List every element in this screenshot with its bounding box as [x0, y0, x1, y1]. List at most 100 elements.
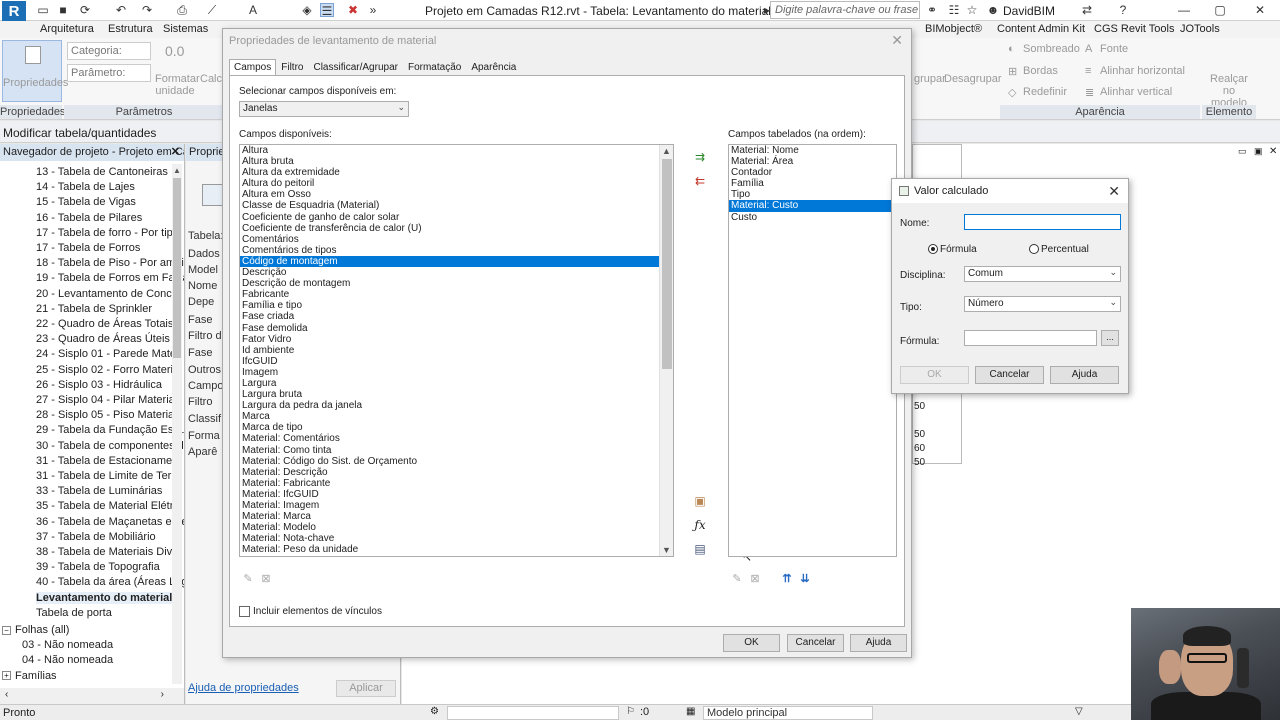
tab-campos[interactable]: Campos [229, 59, 277, 75]
move-up-icon[interactable]: ⇈ [780, 572, 794, 586]
tab-jotools[interactable]: JOTools [1180, 23, 1220, 35]
browser-item[interactable]: Tabela de porta [36, 607, 112, 619]
available-field-item[interactable]: Marca de tipo [240, 422, 659, 433]
scheduled-field-item[interactable]: Material: Nome [729, 145, 896, 156]
available-field-item[interactable]: Material: Descrição [240, 467, 659, 478]
available-field-item[interactable]: Altura [240, 145, 659, 156]
available-field-item[interactable]: Fase demolida [240, 323, 659, 334]
design-options-icon[interactable]: ▦ [686, 706, 695, 717]
maximize-icon[interactable]: ▢ [1210, 2, 1230, 18]
available-field-item[interactable]: Marca [240, 411, 659, 422]
checkbox-icon[interactable] [239, 606, 250, 617]
browser-item[interactable]: 31 - Tabela de Limite de Terre [36, 470, 181, 482]
save-icon[interactable]: ■ [56, 3, 70, 17]
browser-item[interactable]: 17 - Tabela de forro - Por tipo [36, 227, 179, 239]
available-field-item[interactable]: Largura bruta [240, 389, 659, 400]
shading-button[interactable]: Sombreado [1023, 43, 1080, 55]
formula-radio[interactable]: Fórmula [928, 244, 977, 255]
properties-row[interactable]: Classif [188, 413, 221, 425]
radio-icon[interactable] [1029, 244, 1039, 255]
project-browser-hscrollbar[interactable]: ‹ › [0, 688, 184, 704]
exchange-icon[interactable]: ⇄ [1080, 3, 1094, 17]
help-icon[interactable]: ? [1116, 3, 1130, 17]
browser-item[interactable]: 16 - Tabela de Pilares [36, 212, 142, 224]
available-field-item[interactable]: Fator Vidro [240, 334, 659, 345]
properties-row[interactable]: Depe [188, 296, 214, 308]
available-field-item[interactable]: Altura em Osso [240, 189, 659, 200]
remove-field-icon[interactable]: ⇇ [692, 174, 708, 188]
apply-button[interactable]: Aplicar [336, 680, 396, 697]
browser-item[interactable]: 18 - Tabela de Piso - Por ambi [36, 257, 184, 269]
properties-row[interactable]: Nome [188, 280, 217, 292]
browser-item[interactable]: 29 - Tabela da Fundação Estru [36, 424, 184, 436]
scroll-up-icon[interactable]: ▲ [662, 146, 671, 156]
project-browser-scrollbar[interactable]: ▲ [172, 164, 182, 684]
borders-button[interactable]: Bordas [1023, 65, 1058, 77]
radio-selected-icon[interactable] [928, 244, 938, 255]
scheduled-field-item[interactable]: Tipo [729, 189, 896, 200]
browser-item[interactable]: 17 - Tabela de Forros [36, 242, 140, 254]
more-icon[interactable]: » [366, 3, 380, 17]
available-field-item[interactable]: Largura [240, 378, 659, 389]
browser-group[interactable]: 04 - Não nomeada [22, 654, 113, 666]
properties-row[interactable]: Fase [188, 347, 212, 359]
view-minimize-icon[interactable]: ▭ [1238, 146, 1247, 157]
undo-icon[interactable]: ↶ [114, 3, 128, 17]
filter-icon[interactable]: ▽ [1075, 706, 1083, 717]
discipline-select[interactable]: Comum ⌄ [964, 266, 1121, 282]
close-icon[interactable]: ✕ [1108, 183, 1120, 200]
thin-lines-icon[interactable]: ☰ [320, 3, 334, 18]
properties-row[interactable]: Filtro [188, 396, 212, 408]
redo-icon[interactable]: ↷ [140, 3, 154, 17]
available-field-item[interactable]: Material: Comentários [240, 433, 659, 444]
available-field-item[interactable]: Classe de Esquadria (Material) [240, 200, 659, 211]
properties-row[interactable]: Campo [188, 380, 223, 392]
user-icon[interactable]: ☻ [986, 3, 1000, 17]
tab-aparencia[interactable]: Aparência [466, 59, 521, 76]
editing-requests-icon[interactable]: ⚐ [626, 706, 635, 717]
available-field-item[interactable]: Fabricante [240, 289, 659, 300]
formula-browse-button[interactable]: ... [1101, 330, 1119, 346]
browser-group[interactable]: + Famílias [2, 670, 57, 682]
calc-ok-button[interactable]: OK [900, 366, 969, 384]
view-restore-icon[interactable]: ▣ [1254, 146, 1263, 157]
ok-button[interactable]: OK [723, 634, 780, 652]
edit-scheduled-icon[interactable]: ✎ [730, 572, 744, 586]
close-hidden-icon[interactable]: ✖ [346, 3, 360, 17]
scroll-up-icon[interactable]: ▲ [173, 166, 181, 175]
calc-cancel-button[interactable]: Cancelar [975, 366, 1044, 384]
browser-item[interactable]: 35 - Tabela de Material Elétric [36, 500, 181, 512]
available-field-item[interactable]: Descrição de montagem [240, 278, 659, 289]
tab-formatacao[interactable]: Formatação [403, 59, 466, 76]
reset-button[interactable]: Redefinir [1023, 86, 1067, 98]
tab-classificar-agrupar[interactable]: Classificar/Agrupar [308, 59, 402, 76]
formula-input[interactable] [964, 330, 1097, 346]
design-option-select[interactable]: Modelo principal [703, 706, 873, 720]
app-logo-button[interactable]: R [2, 1, 26, 23]
name-input[interactable] [964, 214, 1121, 230]
scroll-thumb[interactable] [173, 178, 181, 358]
add-parameter-icon[interactable]: ▣ [692, 494, 708, 508]
scheduled-field-item[interactable]: Contador [729, 167, 896, 178]
align-vertical-button[interactable]: Alinhar vertical [1100, 86, 1172, 98]
calc-help-button[interactable]: Ajuda [1050, 366, 1119, 384]
move-down-icon[interactable]: ⇊ [798, 572, 812, 586]
percentage-radio[interactable]: Percentual [1029, 244, 1089, 255]
browser-item[interactable]: 28 - Sisplo 05 - Piso Material [36, 409, 177, 421]
browser-item[interactable]: 14 - Tabela de Lajes [36, 181, 135, 193]
align-horizontal-button[interactable]: Alinhar horizontal [1100, 65, 1185, 77]
combine-parameters-icon[interactable]: ▤ [692, 542, 708, 556]
available-field-item[interactable]: IfcGUID [240, 356, 659, 367]
available-field-item[interactable]: Descrição [240, 267, 659, 278]
minimize-icon[interactable]: — [1174, 2, 1194, 18]
properties-row[interactable]: Forma [188, 430, 220, 442]
available-field-item[interactable]: Material: Marca [240, 511, 659, 522]
close-window-icon[interactable]: ✕ [1250, 2, 1270, 18]
available-field-item[interactable]: Material: Nota-chave [240, 533, 659, 544]
available-field-item[interactable]: Material: Código do Sist. de Orçamento [240, 456, 659, 467]
tab-arquitetura[interactable]: Arquitetura [40, 23, 94, 35]
browser-item[interactable]: 36 - Tabela de Maçanetas e Fe [36, 516, 184, 528]
tab-bimobject[interactable]: BIMobject® [925, 23, 982, 35]
format-unit-button[interactable]: Formatar unidade [155, 73, 200, 97]
browser-item[interactable]: 26 - Sisplo 03 - Hidráulica [36, 379, 162, 391]
